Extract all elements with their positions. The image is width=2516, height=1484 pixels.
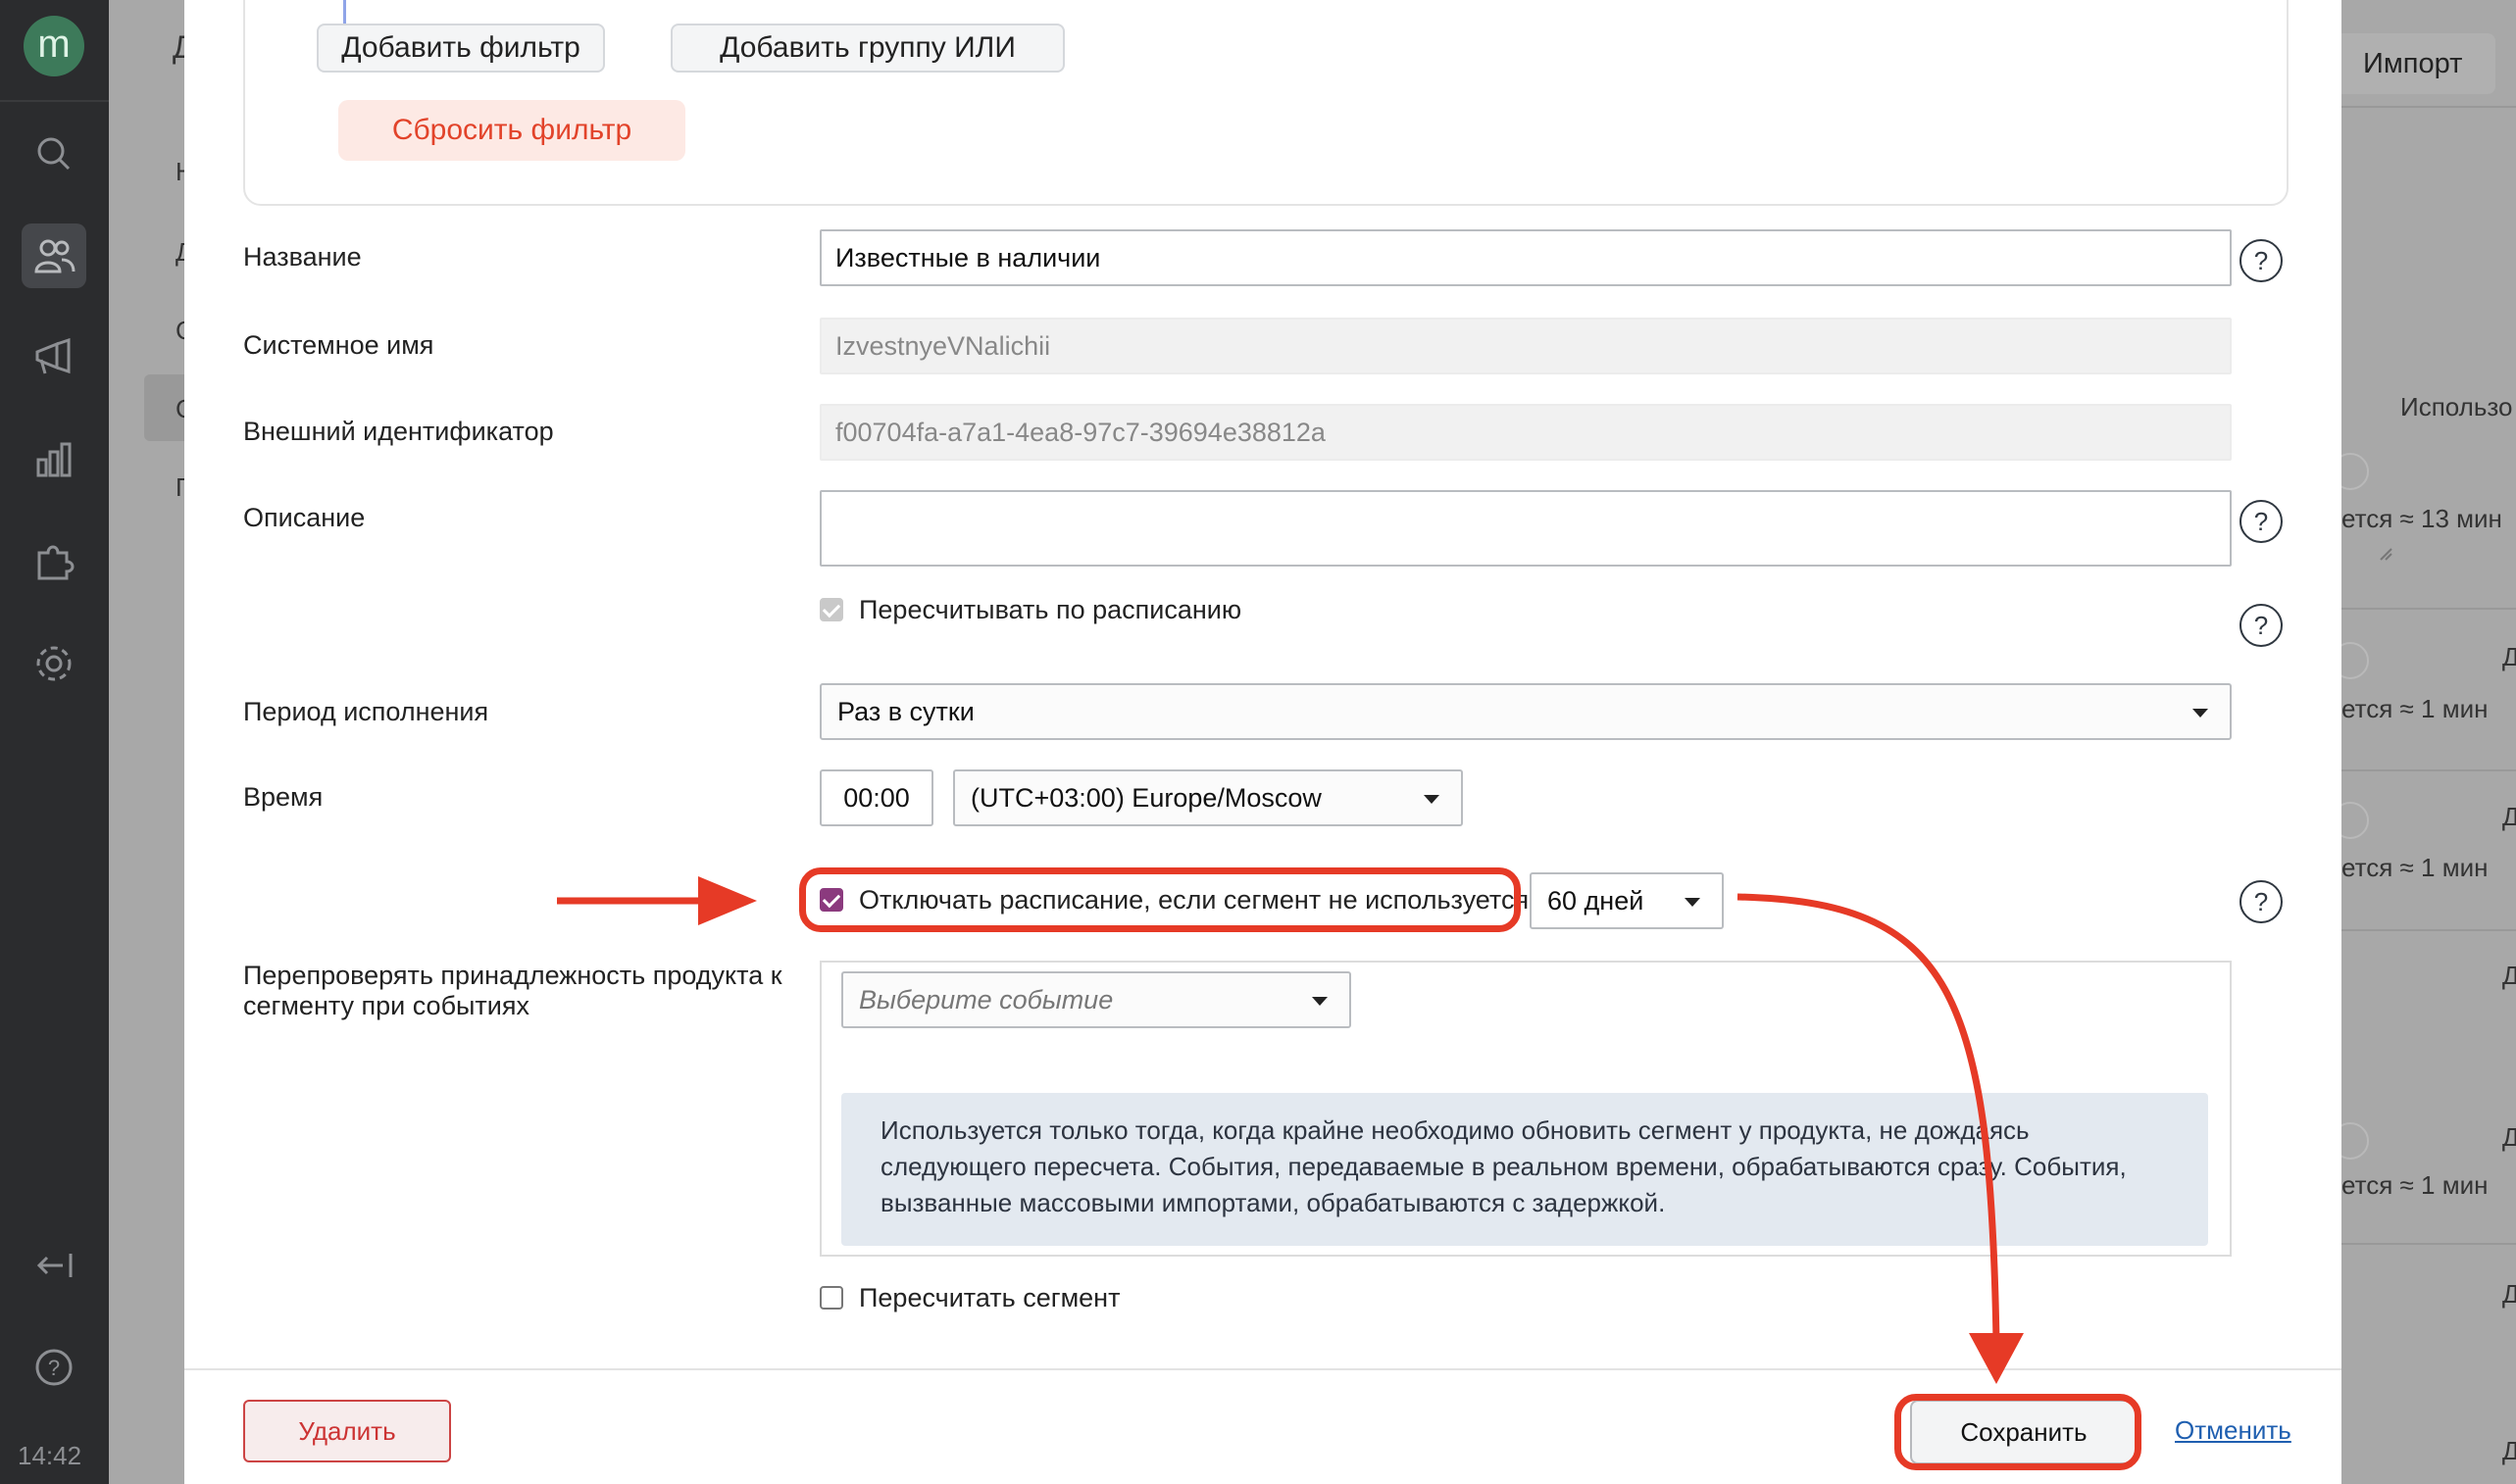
annotation-arrows	[557, 876, 2024, 1384]
arrow-to-checkbox	[557, 876, 757, 925]
arrow-to-save-button	[1736, 893, 2024, 1384]
